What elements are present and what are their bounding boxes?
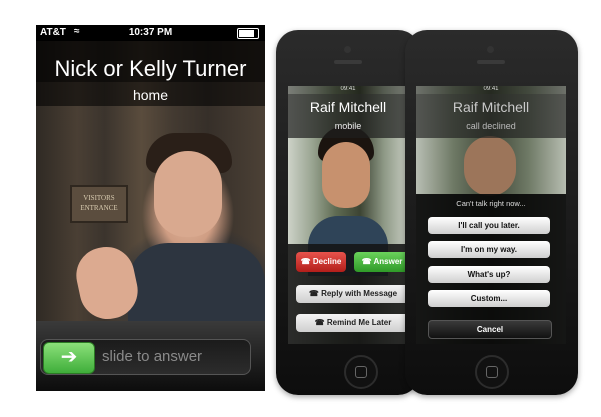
- reply-option-whats-up[interactable]: What's up?: [428, 266, 550, 283]
- slide-to-answer-label: slide to answer: [102, 348, 203, 365]
- sign-line-1: VISITORS: [83, 194, 115, 202]
- answer-label: Answer: [373, 257, 403, 266]
- caller-label: home: [132, 87, 169, 103]
- visitors-entrance-sign: VISITORS ENTRANCE: [70, 185, 128, 223]
- call-status-label: call declined: [466, 121, 516, 131]
- home-button[interactable]: [475, 355, 509, 389]
- remind-label: Remind Me Later: [326, 318, 392, 327]
- caller-name: Nick or Kelly Turner: [54, 56, 247, 81]
- answer-button[interactable]: ☎ Answer: [354, 252, 408, 272]
- status-time: 09:41: [416, 86, 566, 94]
- phone-icon: ☎: [361, 257, 374, 266]
- reply-option-on-my-way[interactable]: I'm on my way.: [428, 241, 550, 258]
- incoming-call-screen-left: VISITORS ENTRANCE AT&T ≈ 10:37 PM Nick o…: [36, 25, 265, 391]
- caller-name: Raif Mitchell: [452, 99, 530, 115]
- cancel-button[interactable]: Cancel: [428, 320, 552, 339]
- message-icon: ☎: [308, 289, 322, 298]
- arrow-right-icon: ➔: [60, 346, 78, 368]
- sign-line-2: ENTRANCE: [80, 204, 118, 212]
- remind-me-later-button[interactable]: ☎ Remind Me Later: [296, 314, 408, 332]
- caller-label: mobile: [334, 121, 362, 131]
- status-time: 09:41: [288, 86, 408, 94]
- battery-icon: [237, 28, 259, 39]
- reply-option-custom[interactable]: Custom...: [428, 290, 550, 307]
- front-camera: [344, 46, 351, 53]
- caller-face: [322, 142, 370, 208]
- home-button[interactable]: [344, 355, 378, 389]
- reply-label: Reply with Message: [321, 289, 398, 298]
- sheet-title: Can't talk right now...: [456, 199, 526, 208]
- decline-button[interactable]: ☎ Decline: [296, 252, 346, 272]
- phone-down-icon: ☎: [300, 257, 313, 266]
- slide-to-answer-knob[interactable]: ➔: [43, 342, 95, 374]
- reply-option-call-later[interactable]: I'll call you later.: [428, 217, 550, 234]
- reply-with-message-button[interactable]: ☎ Reply with Message: [296, 285, 408, 303]
- decline-label: Decline: [312, 257, 342, 266]
- earpiece-speaker: [334, 60, 362, 64]
- caller-name: Raif Mitchell: [309, 99, 387, 115]
- front-camera: [487, 46, 494, 53]
- status-time: 10:37 PM: [128, 27, 173, 38]
- status-bar: AT&T ≈ 10:37 PM: [36, 25, 265, 41]
- caller-face: [154, 151, 222, 237]
- call-declined-screen: 09:41 Raif Mitchell call declined Can't …: [416, 86, 566, 344]
- clock-icon: ☎: [314, 318, 327, 327]
- earpiece-speaker: [477, 60, 505, 64]
- caller-face: [464, 136, 516, 196]
- incoming-call-screen: 09:41 Raif Mitchell mobile ☎ Decline ☎ A…: [288, 86, 408, 344]
